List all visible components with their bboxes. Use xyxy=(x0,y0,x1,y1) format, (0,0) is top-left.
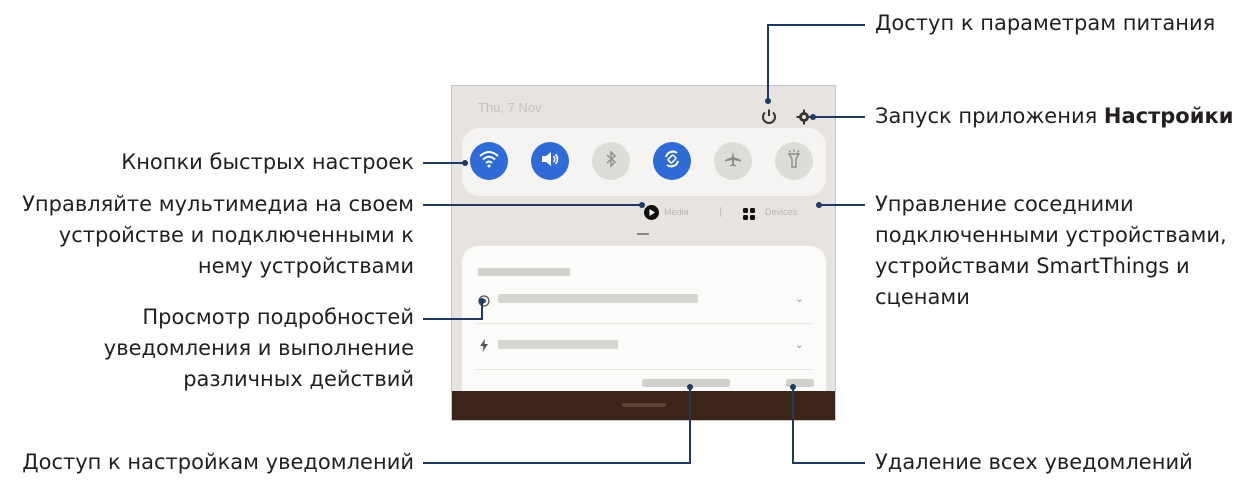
leader-power-v xyxy=(767,24,769,100)
airplane-toggle[interactable] xyxy=(714,142,752,180)
leader-settings xyxy=(812,116,865,118)
notification-header xyxy=(478,268,570,276)
callout-devices-line1: Управление соседними xyxy=(875,192,1134,216)
notification-settings-button[interactable] xyxy=(642,379,730,387)
callout-media-line2: устройстве и подключенными к xyxy=(58,223,414,247)
notification-text xyxy=(498,340,618,349)
power-icon[interactable] xyxy=(759,107,779,127)
bluetooth-toggle[interactable] xyxy=(592,142,630,180)
callout-notif-settings: Доступ к настройкам уведомлений xyxy=(22,450,414,474)
callout-media-line1: Управляйте мультимедиа на своем xyxy=(22,192,414,216)
notification-card: ⌄ ⌄ xyxy=(462,246,826,411)
media-label: Media xyxy=(664,207,689,217)
leader-quick-buttons xyxy=(423,162,464,164)
callout-quick-buttons: Кнопки быстрых настроек xyxy=(121,150,414,174)
leader-notif-settings-dot xyxy=(687,384,693,390)
home-indicator xyxy=(622,403,666,407)
sound-toggle[interactable] xyxy=(531,142,569,180)
callout-media: Управляйте мультимедиа на своем устройст… xyxy=(22,189,414,282)
callout-devices-line3: устройствами SmartThings и xyxy=(875,254,1190,278)
leader-clear-all-v xyxy=(792,386,794,464)
devices-label: Devices xyxy=(765,207,798,217)
callout-devices-line4: сценами xyxy=(875,285,970,309)
callout-details-line3: различных действий xyxy=(183,367,414,391)
callout-details: Просмотр подробностей уведомления и выпо… xyxy=(104,302,414,395)
leader-notif-settings-v xyxy=(689,386,691,464)
quick-panel: Thu, 7 Nov Media Devices ⌄ ⌄ xyxy=(451,85,836,421)
leader-clear-all-dot xyxy=(790,384,796,390)
callout-settings-bold: Настройки xyxy=(1103,104,1234,128)
sound-icon xyxy=(540,150,560,172)
wallpaper-strip xyxy=(452,391,835,420)
callout-details-line1: Просмотр подробностей xyxy=(142,305,414,329)
panel-date: Thu, 7 Nov xyxy=(478,100,542,115)
callout-power: Доступ к параметрам питания xyxy=(875,11,1216,35)
flashlight-icon xyxy=(787,149,801,173)
leader-notif-settings-h xyxy=(423,462,691,464)
media-row-divider xyxy=(720,207,721,217)
callout-settings: Запуск приложения Настройки xyxy=(875,101,1233,132)
leader-details xyxy=(423,318,483,320)
auto-rotate-toggle[interactable] xyxy=(653,142,691,180)
callout-details-line2: уведомления и выполнение xyxy=(103,336,414,360)
callout-settings-prefix: Запуск приложения xyxy=(875,104,1104,128)
charging-icon xyxy=(480,337,488,356)
bluetooth-icon xyxy=(605,150,617,172)
flashlight-toggle[interactable] xyxy=(775,142,813,180)
callout-clear-all: Удаление всех уведомлений xyxy=(875,450,1193,474)
leader-devices xyxy=(818,204,865,206)
devices-button[interactable]: Devices xyxy=(743,205,823,221)
leader-quick-dot xyxy=(462,160,468,166)
leader-media-dot xyxy=(639,202,645,208)
leader-power-dot xyxy=(765,98,771,104)
play-icon xyxy=(644,205,659,224)
devices-icon xyxy=(743,206,756,225)
leader-media xyxy=(423,204,641,206)
notification-divider xyxy=(476,369,812,370)
auto-rotate-icon xyxy=(662,149,682,173)
notification-text xyxy=(498,294,698,303)
callout-media-line3: нему устройствами xyxy=(197,254,414,278)
leader-settings-dot xyxy=(810,114,816,120)
notification-item[interactable]: ⌄ xyxy=(462,282,826,318)
airplane-mode-icon xyxy=(724,150,742,172)
wifi-toggle[interactable] xyxy=(470,142,508,180)
drag-handle[interactable] xyxy=(637,233,649,235)
chevron-down-icon[interactable]: ⌄ xyxy=(795,338,804,351)
quick-settings-row xyxy=(462,128,826,196)
notification-divider xyxy=(476,323,812,324)
notification-item[interactable]: ⌄ xyxy=(462,328,826,364)
chevron-down-icon[interactable]: ⌄ xyxy=(795,292,804,305)
media-button[interactable]: Media xyxy=(644,205,714,221)
leader-devices-dot xyxy=(816,202,822,208)
callout-devices-line2: подключенными устройствами, xyxy=(875,223,1227,247)
leader-power-h xyxy=(767,24,865,26)
callout-devices: Управление соседними подключенными устро… xyxy=(875,189,1227,313)
leader-clear-all-h xyxy=(792,462,865,464)
wifi-icon xyxy=(478,150,500,172)
leader-details-dot xyxy=(479,298,485,304)
